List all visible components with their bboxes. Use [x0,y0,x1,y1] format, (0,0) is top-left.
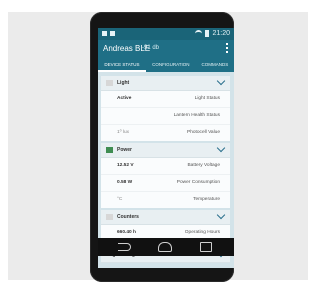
photocell-row: 1⁰ lux Photocell Value [101,125,230,141]
photocell-label: Photocell Value [187,130,220,135]
chevron-down-icon[interactable] [216,76,226,86]
light-status-value: Active [117,96,132,101]
operating-hours-label: Operating Hours [184,230,220,235]
recent-apps-icon[interactable] [200,242,212,252]
status-bar: 21:20 [98,28,234,40]
app-bar: Andreas BLE -91 db [98,40,234,58]
power-card-title: Power [117,147,133,153]
light-card: Light Active Light Status Lantern Health… [101,76,230,141]
navigation-bar [98,238,234,256]
lantern-health-row: Lantern Health Status [101,108,230,125]
tab-commands[interactable]: COMMANDS [196,58,234,72]
power-consumption-row: 0.58 W Power Consumption [101,175,230,192]
lantern-health-label: Lantern Health Status [173,113,220,118]
notification-icons [102,31,115,36]
light-status-row: Active Light Status [101,91,230,108]
photocell-value: 1⁰ lux [117,130,130,135]
battery-icon [205,30,210,37]
phone-screen: 21:20 Andreas BLE -91 db DEVICE STATUS C… [98,28,234,268]
power-icon [106,147,113,153]
overflow-menu-icon[interactable] [226,43,228,53]
temperature-value: °C [117,197,123,202]
power-card-header[interactable]: Power [101,143,230,158]
counters-icon [106,214,113,220]
notification-icon [102,31,107,36]
light-icon [106,80,113,86]
battery-voltage-value: 12.52 V [117,163,134,168]
clock: 21:20 [212,30,230,37]
light-card-title: Light [117,80,130,86]
light-card-header[interactable]: Light [101,76,230,91]
back-icon[interactable] [118,243,131,251]
battery-voltage-label: Battery Voltage [187,163,220,168]
temperature-label: Temperature [193,197,220,202]
tab-bar: DEVICE STATUS CONFIGURATION COMMANDS [98,58,234,72]
wifi-icon [195,30,203,37]
battery-voltage-row: 12.52 V Battery Voltage [101,158,230,175]
signal-strength: -91 db [142,45,160,51]
power-consumption-value: 0.58 W [117,180,133,185]
counters-card: Counters 660.40 h Operating Hours [101,210,230,241]
status-icons: 21:20 [195,30,230,37]
temperature-row: °C Temperature [101,192,230,208]
counters-card-title: Counters [117,214,139,220]
power-card: Power 12.52 V Battery Voltage 0.58 W Pow… [101,143,230,208]
tab-device-status[interactable]: DEVICE STATUS [98,58,146,72]
chevron-down-icon[interactable] [216,143,226,153]
power-consumption-label: Power Consumption [176,180,220,185]
tab-configuration[interactable]: CONFIGURATION [146,58,196,72]
home-icon[interactable] [158,242,172,252]
counters-card-header[interactable]: Counters [101,210,230,225]
light-status-label: Light Status [194,96,220,101]
notification-icon [110,31,115,36]
operating-hours-value: 660.40 h [117,230,136,235]
chevron-down-icon[interactable] [216,210,226,220]
